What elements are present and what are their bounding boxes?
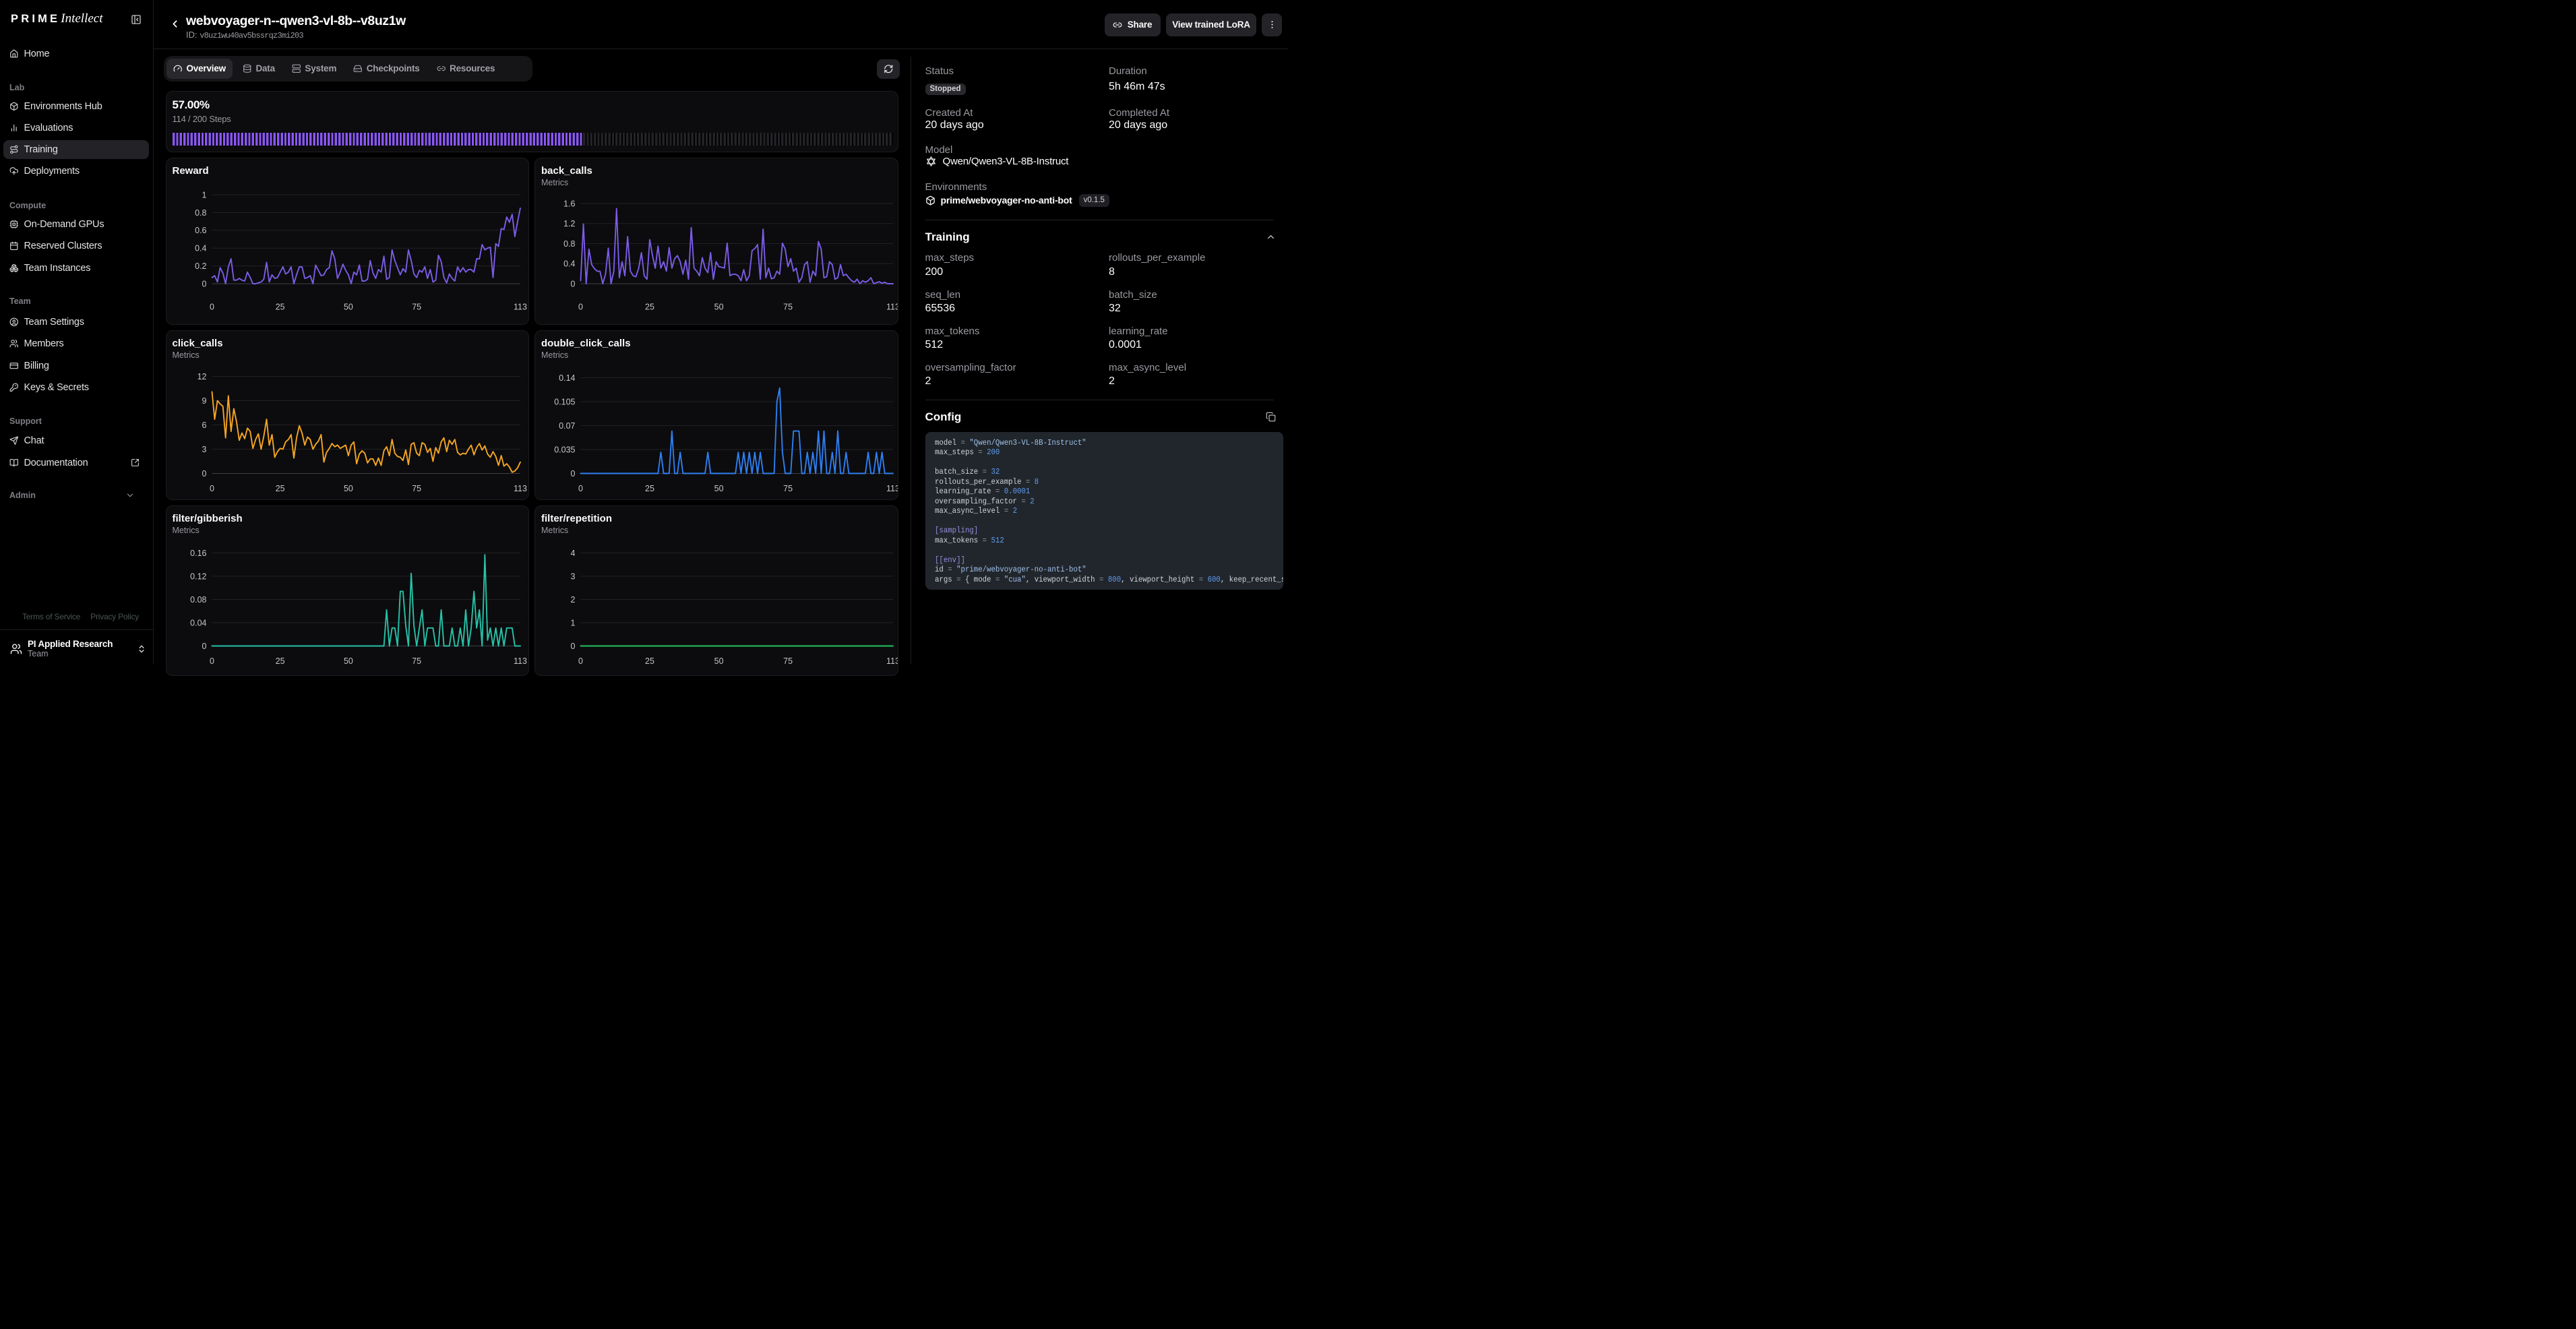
svg-text:9: 9 [202, 396, 206, 405]
svg-text:50: 50 [343, 484, 352, 493]
svg-text:113: 113 [886, 302, 898, 311]
svg-text:113: 113 [514, 302, 527, 311]
svg-text:0.2: 0.2 [195, 261, 206, 271]
svg-text:0.035: 0.035 [554, 445, 575, 454]
svg-text:25: 25 [645, 656, 654, 666]
svg-text:0: 0 [210, 302, 214, 311]
svg-text:0.4: 0.4 [195, 243, 206, 253]
svg-text:75: 75 [783, 656, 793, 666]
svg-text:75: 75 [783, 484, 793, 493]
svg-text:2: 2 [571, 594, 576, 604]
svg-text:113: 113 [886, 484, 898, 493]
svg-text:113: 113 [886, 656, 898, 666]
svg-text:25: 25 [275, 302, 284, 311]
svg-text:0: 0 [210, 484, 214, 493]
svg-text:3: 3 [571, 571, 576, 581]
svg-text:75: 75 [412, 302, 421, 311]
svg-text:0.14: 0.14 [559, 373, 575, 382]
svg-text:0.16: 0.16 [190, 548, 206, 557]
svg-text:0: 0 [578, 302, 583, 311]
svg-text:0: 0 [202, 279, 206, 288]
svg-text:0: 0 [571, 468, 576, 478]
svg-text:0.6: 0.6 [195, 226, 206, 235]
svg-text:0.8: 0.8 [195, 208, 206, 217]
svg-text:25: 25 [645, 484, 654, 493]
svg-text:1: 1 [202, 190, 206, 199]
svg-text:0.12: 0.12 [190, 571, 206, 581]
svg-text:75: 75 [783, 302, 793, 311]
svg-text:0: 0 [571, 279, 576, 288]
svg-text:0: 0 [578, 656, 583, 666]
svg-text:25: 25 [645, 302, 654, 311]
svg-text:50: 50 [714, 656, 724, 666]
svg-text:0.8: 0.8 [563, 239, 575, 248]
svg-text:50: 50 [343, 656, 352, 666]
svg-text:1.2: 1.2 [563, 219, 575, 228]
svg-text:12: 12 [197, 371, 206, 381]
svg-text:50: 50 [714, 302, 724, 311]
svg-text:75: 75 [412, 484, 421, 493]
svg-text:113: 113 [514, 656, 527, 666]
svg-text:0: 0 [210, 656, 214, 666]
svg-text:0: 0 [202, 641, 206, 650]
svg-text:0: 0 [578, 484, 583, 493]
svg-text:0.07: 0.07 [559, 421, 575, 430]
svg-text:0.4: 0.4 [563, 259, 575, 268]
svg-text:25: 25 [275, 656, 284, 666]
svg-text:6: 6 [202, 420, 206, 429]
svg-text:3: 3 [202, 444, 206, 454]
svg-text:0.04: 0.04 [190, 618, 206, 627]
svg-text:50: 50 [714, 484, 724, 493]
svg-text:0.105: 0.105 [554, 397, 575, 406]
svg-text:0.08: 0.08 [190, 594, 206, 604]
svg-text:0: 0 [571, 641, 576, 650]
svg-text:25: 25 [275, 484, 284, 493]
svg-text:75: 75 [412, 656, 421, 666]
svg-text:4: 4 [571, 548, 576, 557]
svg-text:50: 50 [343, 302, 352, 311]
svg-text:0: 0 [202, 468, 206, 478]
svg-text:113: 113 [514, 484, 527, 493]
svg-text:1.6: 1.6 [563, 199, 575, 208]
svg-text:1: 1 [571, 618, 576, 627]
